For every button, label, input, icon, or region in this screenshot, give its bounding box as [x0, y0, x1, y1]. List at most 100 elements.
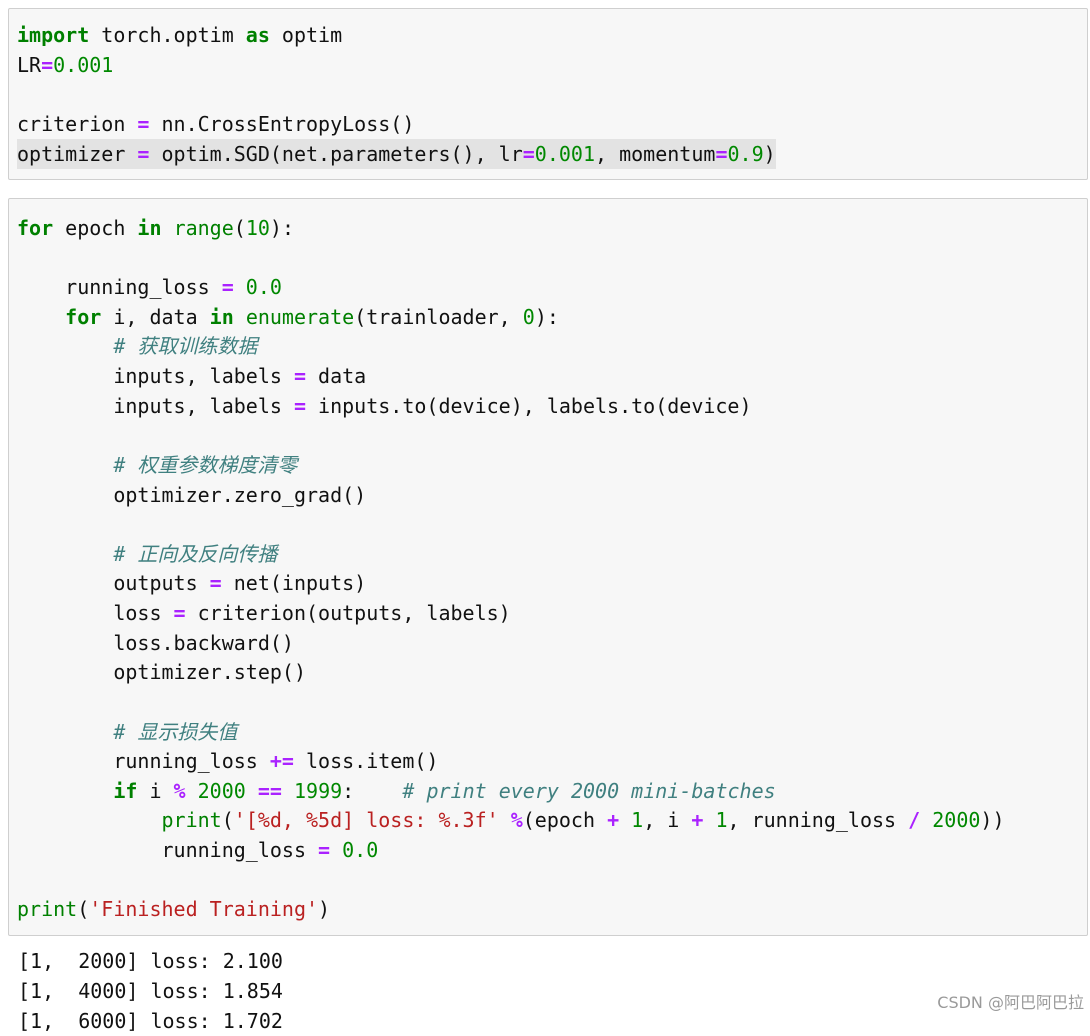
- watermark: CSDN @阿巴阿巴拉: [937, 989, 1084, 1013]
- code-token: nn.CrossEntropyLoss(): [149, 112, 414, 136]
- code-token: [619, 808, 631, 832]
- code-token: # 权重参数梯度清零: [113, 453, 297, 477]
- code-token: =: [41, 53, 53, 77]
- code-token: [17, 305, 65, 329]
- code-token: [920, 808, 932, 832]
- code-line: optimizer.step(): [17, 657, 306, 687]
- code-token: =: [137, 112, 149, 136]
- code-token: torch.optim: [89, 23, 246, 47]
- code-token: [17, 779, 113, 803]
- code-token: for: [65, 305, 101, 329]
- code-cell-2[interactable]: for epoch in range(10): running_loss = 0…: [8, 198, 1088, 936]
- code-token: [162, 216, 174, 240]
- code-token: # 显示损失值: [113, 720, 237, 744]
- code-token: =: [523, 142, 535, 166]
- code-token: 0.9: [727, 142, 763, 166]
- code-token: ): [318, 897, 330, 921]
- code-line: outputs = net(inputs): [17, 568, 366, 598]
- code-token: 10: [246, 216, 270, 240]
- code-token: =: [294, 394, 306, 418]
- code-line: inputs, labels = data: [17, 361, 366, 391]
- code-token: =: [294, 364, 306, 388]
- code-line: inputs, labels = inputs.to(device), labe…: [17, 391, 752, 421]
- code-token: if: [113, 779, 137, 803]
- code-token: , i: [643, 808, 691, 832]
- code-token: [17, 453, 113, 477]
- code-token: # 正向及反向传播: [113, 542, 277, 566]
- code-token: =: [222, 275, 234, 299]
- code-token: %: [511, 808, 523, 832]
- code-token: +: [691, 808, 703, 832]
- code-token: # print every 2000 mini-batches: [402, 779, 775, 803]
- code-line-selected: optimizer = optim.SGD(net.parameters(), …: [17, 139, 776, 169]
- code-token: outputs: [17, 571, 210, 595]
- code-line: LR=0.001: [17, 50, 113, 80]
- code-token: 1: [631, 808, 643, 832]
- code-token: [234, 275, 246, 299]
- code-line: running_loss = 0.0: [17, 835, 378, 865]
- code-token: (: [77, 897, 89, 921]
- code-token: running_loss: [17, 838, 318, 862]
- code-token: [17, 542, 113, 566]
- code-token: print: [162, 808, 222, 832]
- code-line: import torch.optim as optim: [17, 20, 342, 50]
- code-token: (epoch: [523, 808, 607, 832]
- code-token: /: [908, 808, 920, 832]
- code-line: for i, data in enumerate(trainloader, 0)…: [17, 302, 559, 332]
- code-token: 0.001: [53, 53, 113, 77]
- code-token: 0: [523, 305, 535, 329]
- code-token: net(inputs): [222, 571, 367, 595]
- code-token: i: [137, 779, 173, 803]
- code-token: =: [318, 838, 330, 862]
- code-token: %: [174, 779, 186, 803]
- code-token: 2000: [198, 779, 246, 803]
- code-token: criterion(outputs, labels): [186, 601, 511, 625]
- code-token: i, data: [101, 305, 209, 329]
- code-token: =: [174, 601, 186, 625]
- code-line: running_loss = 0.0: [17, 272, 282, 302]
- code-token: (: [222, 808, 234, 832]
- code-token: +=: [270, 749, 294, 773]
- code-token: running_loss: [17, 275, 222, 299]
- code-token: inputs, labels: [17, 394, 294, 418]
- output-line: [1, 6000] loss: 1.702: [18, 1006, 283, 1036]
- code-token: [17, 808, 162, 832]
- code-token: in: [210, 305, 234, 329]
- code-token: optimizer: [17, 142, 137, 166]
- code-token: [703, 808, 715, 832]
- code-line: optimizer.zero_grad(): [17, 480, 366, 510]
- code-token: in: [137, 216, 161, 240]
- code-line: loss = criterion(outputs, labels): [17, 598, 511, 628]
- output-line: [1, 2000] loss: 2.100: [18, 946, 283, 976]
- code-token: , running_loss: [728, 808, 909, 832]
- code-token: ):: [535, 305, 559, 329]
- code-line: running_loss += loss.item(): [17, 746, 438, 776]
- code-token: 0.0: [246, 275, 282, 299]
- code-token: [282, 779, 294, 803]
- code-token: 0.0: [342, 838, 378, 862]
- code-token: '[%d, %5d] loss: %.3f': [234, 808, 499, 832]
- code-token: [17, 720, 113, 744]
- code-token: [246, 779, 258, 803]
- code-token: ): [764, 142, 776, 166]
- code-token: # 获取训练数据: [113, 334, 257, 358]
- code-token: optim: [270, 23, 342, 47]
- code-token: loss.backward(): [17, 631, 294, 655]
- code-cell-1[interactable]: import torch.optim as optimLR=0.001crite…: [8, 8, 1088, 180]
- code-token: [17, 334, 113, 358]
- code-token: [234, 305, 246, 329]
- code-token: [330, 838, 342, 862]
- code-token: ):: [270, 216, 294, 240]
- code-token: =: [137, 142, 149, 166]
- code-token: inputs, labels: [17, 364, 294, 388]
- code-token: , momentum: [595, 142, 715, 166]
- code-token: running_loss: [17, 749, 270, 773]
- code-line: if i % 2000 == 1999: # print every 2000 …: [17, 776, 776, 806]
- code-token: =: [715, 142, 727, 166]
- code-token: =: [210, 571, 222, 595]
- code-token: loss: [17, 601, 174, 625]
- code-token: loss.item(): [294, 749, 439, 773]
- code-line: # 获取训练数据: [17, 331, 257, 361]
- code-token: 2000: [932, 808, 980, 832]
- code-line: for epoch in range(10):: [17, 213, 294, 243]
